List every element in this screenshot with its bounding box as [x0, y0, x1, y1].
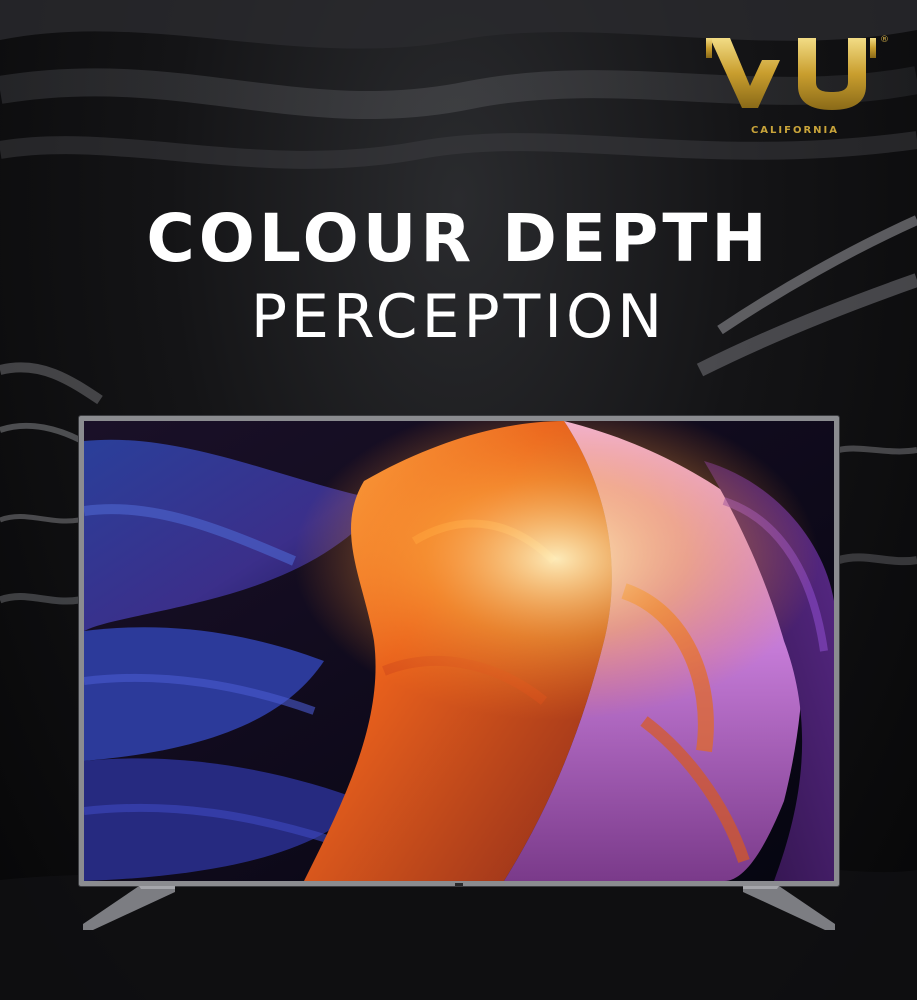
tv-bezel-logo: [455, 883, 463, 886]
tv-stand-right: [743, 886, 835, 930]
tv-frame: [79, 416, 839, 886]
headline-line-1: COLOUR DEPTH: [146, 200, 771, 277]
tv-stand-left: [83, 886, 175, 930]
registered-mark: ®: [880, 35, 889, 45]
tv-screen-canyon-image: [84, 421, 834, 881]
headline-line-2: PERCEPTION: [250, 282, 667, 352]
vu-logo: ® CALIFORNIA: [700, 30, 890, 140]
promo-banner: ® CALIFORNIA COLOUR DEPTH PERCEPTION: [0, 0, 917, 1000]
brand-tagline: CALIFORNIA: [750, 125, 840, 136]
